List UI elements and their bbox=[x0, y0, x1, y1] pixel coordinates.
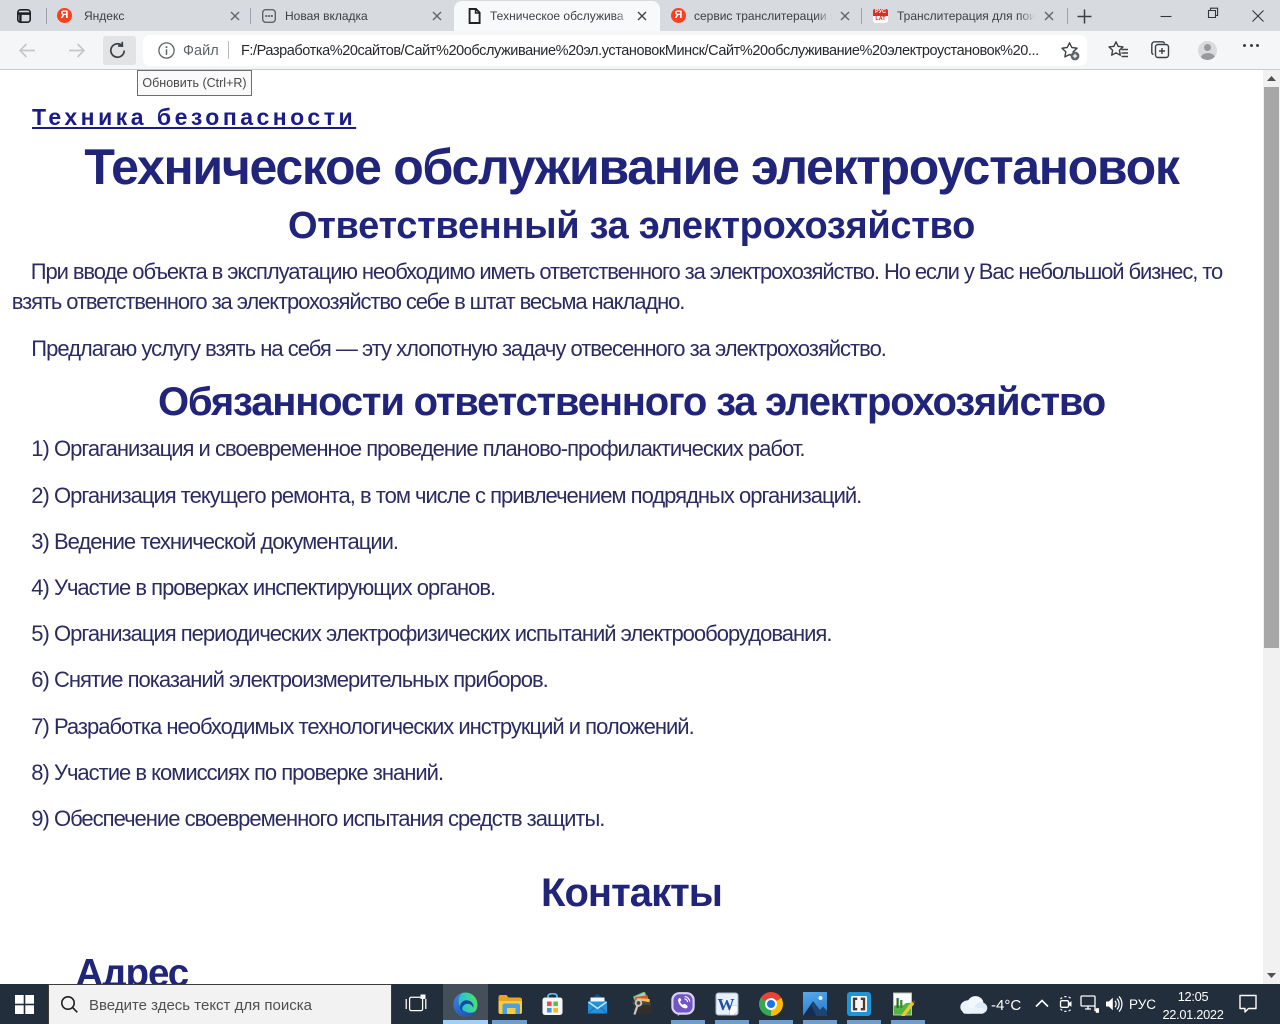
svg-text:W: W bbox=[718, 995, 735, 1014]
